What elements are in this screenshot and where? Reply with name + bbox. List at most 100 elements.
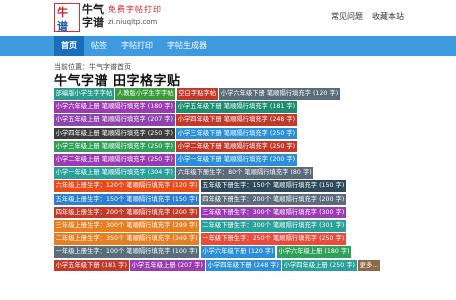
tag-label: 更多...	[359, 261, 379, 269]
site-header: 牛 谱 牛气 字谱 免费字帖打印 zi.niuqitp.com 常见问题 收藏本…	[0, 0, 456, 36]
tag-count: (150 字)	[319, 182, 345, 190]
tag-link[interactable]: 六年级下册生字：80个 笔顺隔行填充字 (80 字)	[176, 167, 314, 179]
faq-link[interactable]: 常见问题	[331, 11, 363, 22]
tag-link[interactable]: 人教版小学生字字帖	[115, 88, 176, 100]
tag-link[interactable]: 小学五年级下册 笔顺隔行填充字 (181 字)	[176, 101, 297, 113]
tag-label: 小学一年级下册 笔顺隔行填充字	[177, 156, 270, 164]
tag-link[interactable]: 小学五年级上册 笔顺隔行填充字 (207 字)	[54, 114, 175, 126]
tag-count: (250 字)	[269, 142, 296, 150]
tag-count: (120 字)	[312, 90, 339, 97]
tag-label: 小学一年级上册 笔顺隔行填充字	[55, 169, 148, 177]
tag-label: 小学二年级下册 笔顺隔行填充字	[177, 142, 270, 150]
tag-label: 小学五年级上册	[131, 261, 178, 269]
logo-char-bottom: 谱	[57, 20, 68, 33]
tag-label: 六年级上册生字：120个 笔顺隔行填充字	[55, 182, 173, 190]
tag-label: 一年级下册生字：250个 笔顺隔行填充字	[202, 235, 320, 243]
tag-link[interactable]: 二年级下册生字：300个 笔顺隔行填充字 (301 字)	[200, 220, 346, 232]
site-name[interactable]: 牛气 字谱	[82, 3, 104, 29]
tag-count: (250 字)	[147, 129, 173, 137]
tag-count: (250 字)	[147, 142, 173, 150]
tag-link[interactable]: 四年级上册生字：200个 笔顺隔行填充字 (200 字)	[54, 206, 200, 219]
tag-label: 二年级上册生字：350个 笔顺隔行填充字	[55, 235, 173, 243]
tag-link[interactable]: 小学五年级上册 (207 字)	[130, 259, 205, 272]
tag-label: 人教版小学生字字帖	[116, 90, 174, 97]
site-slogan: 免费字帖打印	[108, 5, 162, 14]
tag-label: 小学三年级上册 笔顺隔行填充字	[55, 142, 148, 150]
tag-link[interactable]: 小学二年级上册 笔顺隔行填充字 (250 字)	[54, 154, 175, 166]
nav-print[interactable]: 字帖打印	[114, 36, 160, 56]
tag-count: (200 字)	[319, 195, 345, 203]
tag-label: 三年级上册生字：300个 笔顺隔行填充字	[55, 222, 173, 230]
tag-count: (120 字)	[172, 182, 198, 190]
tag-link[interactable]: 小学四年级上册 笔顺隔行填充字 (250 字)	[54, 127, 175, 140]
tag-count: (207 字)	[177, 261, 203, 269]
tag-link[interactable]: 小学四年级上册 (250 字)	[282, 259, 357, 272]
tag-label: 六年级下册生字：80个 笔顺隔行填充字	[177, 169, 291, 177]
tag-link[interactable]: 小学五年级下册 (181 字)	[54, 259, 129, 272]
tag-link[interactable]: 二年级上册生字：350个 笔顺隔行填充字 (349 字)	[54, 233, 200, 245]
tag-link[interactable]: 小学三年级下册 笔顺隔行填充字 (250 字)	[176, 127, 297, 140]
tag-link[interactable]: 小学六年级下册 (120 字)	[200, 246, 276, 258]
tag-label: 小学四年级下册 笔顺隔行填充字	[177, 116, 270, 124]
tag-label: 部编版小学生字字帖	[55, 90, 113, 97]
tag-count: (248 字)	[269, 116, 296, 124]
tag-link[interactable]: 五年级下册生字：150个 笔顺隔行填充字 (150 字)	[200, 180, 346, 192]
tag-link[interactable]: 空白字贴字帖	[176, 88, 218, 100]
tag-link[interactable]: 六年级上册生字：120个 笔顺隔行填充字 (120 字)	[54, 180, 200, 192]
tag-link[interactable]: 小学一年级上册 笔顺隔行填充字 (304 字)	[54, 167, 175, 179]
tag-link[interactable]: 部编版小学生字字帖	[54, 88, 114, 100]
tag-link[interactable]: 小学六年级上册 (180 字)	[276, 246, 352, 258]
tag-count: (301 字)	[319, 222, 345, 230]
tag-link[interactable]: 小学四年级下册 笔顺隔行填充字 (248 字)	[176, 114, 297, 126]
tag-label: 四年级上册生字：200个 笔顺隔行填充字	[55, 208, 173, 216]
bookmark-link[interactable]: 收藏本站	[372, 11, 404, 22]
site-url: zi.niuqitp.com	[108, 18, 158, 26]
tag-label: 四年级下册生字：200个 笔顺隔行填充字	[202, 195, 320, 203]
tag-label: 小学四年级上册 笔顺隔行填充字	[55, 129, 148, 137]
tag-count: (80 字)	[290, 169, 312, 177]
tag-count: (349 字)	[172, 235, 198, 243]
nav-tags[interactable]: 帖签	[84, 36, 114, 56]
site-name-line2: 字谱	[82, 16, 104, 29]
tag-link[interactable]: 一年级下册生字：250个 笔顺隔行填充字 (250 字)	[200, 233, 346, 245]
tag-link[interactable]: 四年级下册生字：200个 笔顺隔行填充字 (200 字)	[200, 193, 346, 206]
tag-link[interactable]: 一年级上册生字：100个 笔顺隔行填充字 (100 字)	[54, 246, 200, 258]
tag-label: 五年级下册生字：150个 笔顺隔行填充字	[202, 182, 320, 190]
tag-count: (120 字)	[248, 248, 274, 256]
tag-label: 空白字贴字帖	[178, 90, 217, 97]
tag-label: 小学六年级上册 笔顺隔行填充字	[55, 103, 148, 111]
tag-label: 五年级上册生字：150个 笔顺隔行填充字	[55, 195, 173, 203]
tag-link[interactable]: 小学三年级上册 笔顺隔行填充字 (250 字)	[54, 140, 175, 153]
tag-label: 小学五年级上册 笔顺隔行填充字	[55, 116, 148, 124]
page-title: 牛气字谱 田字格字贴	[54, 74, 181, 89]
main-nav: 首页 帖签 字帖打印 字帖生成器	[0, 36, 456, 56]
nav-generator[interactable]: 字帖生成器	[160, 36, 214, 56]
tag-count: (100 字)	[172, 248, 198, 256]
tag-link[interactable]: 五年级上册生字：150个 笔顺隔行填充字 (150 字)	[54, 193, 200, 206]
tag-count: (250 字)	[147, 156, 173, 164]
tag-label: 二年级下册生字：300个 笔顺隔行填充字	[202, 222, 320, 230]
tag-link[interactable]: 小学六年级上册 笔顺隔行填充字 (180 字)	[54, 101, 175, 113]
tag-label: 小学六年级下册 笔顺隔行填充字	[220, 90, 313, 97]
tag-label: 小学三年级下册 笔顺隔行填充字	[177, 129, 270, 137]
tag-count: (299 字)	[172, 222, 198, 230]
tag-link[interactable]: 三年级下册生字：300个 笔顺隔行填充字 (300 字)	[200, 206, 346, 219]
tag-count: (180 字)	[324, 248, 350, 256]
tag-link[interactable]: 更多...	[358, 259, 380, 272]
tag-count: (207 字)	[147, 116, 173, 124]
tag-count: (181 字)	[101, 261, 127, 269]
tag-label: 小学二年级上册 笔顺隔行填充字	[55, 156, 148, 164]
site-logo[interactable]: 牛 谱	[54, 3, 80, 33]
tag-label: 小学五年级下册	[55, 261, 102, 269]
nav-home[interactable]: 首页	[54, 36, 84, 56]
tag-link[interactable]: 小学六年级下册 笔顺隔行填充字 (120 字)	[219, 88, 340, 100]
tag-link[interactable]: 小学一年级下册 笔顺隔行填充字 (200 字)	[176, 154, 297, 166]
tag-count: (250 字)	[319, 235, 345, 243]
tag-link[interactable]: 三年级上册生字：300个 笔顺隔行填充字 (299 字)	[54, 220, 200, 232]
tag-count: (200 字)	[269, 156, 296, 164]
tag-label: 小学六年级上册	[278, 248, 325, 256]
tag-label: 小学六年级下册	[202, 248, 249, 256]
tag-link[interactable]: 小学二年级下册 笔顺隔行填充字 (250 字)	[176, 140, 297, 153]
tag-list: 部编版小学生字字帖 人教版小学生字字帖 空白字贴字帖 小学六年级下册 笔顺隔行填充字 …	[54, 88, 404, 273]
tag-link[interactable]: 小学四年级下册 (248 字)	[206, 259, 281, 272]
